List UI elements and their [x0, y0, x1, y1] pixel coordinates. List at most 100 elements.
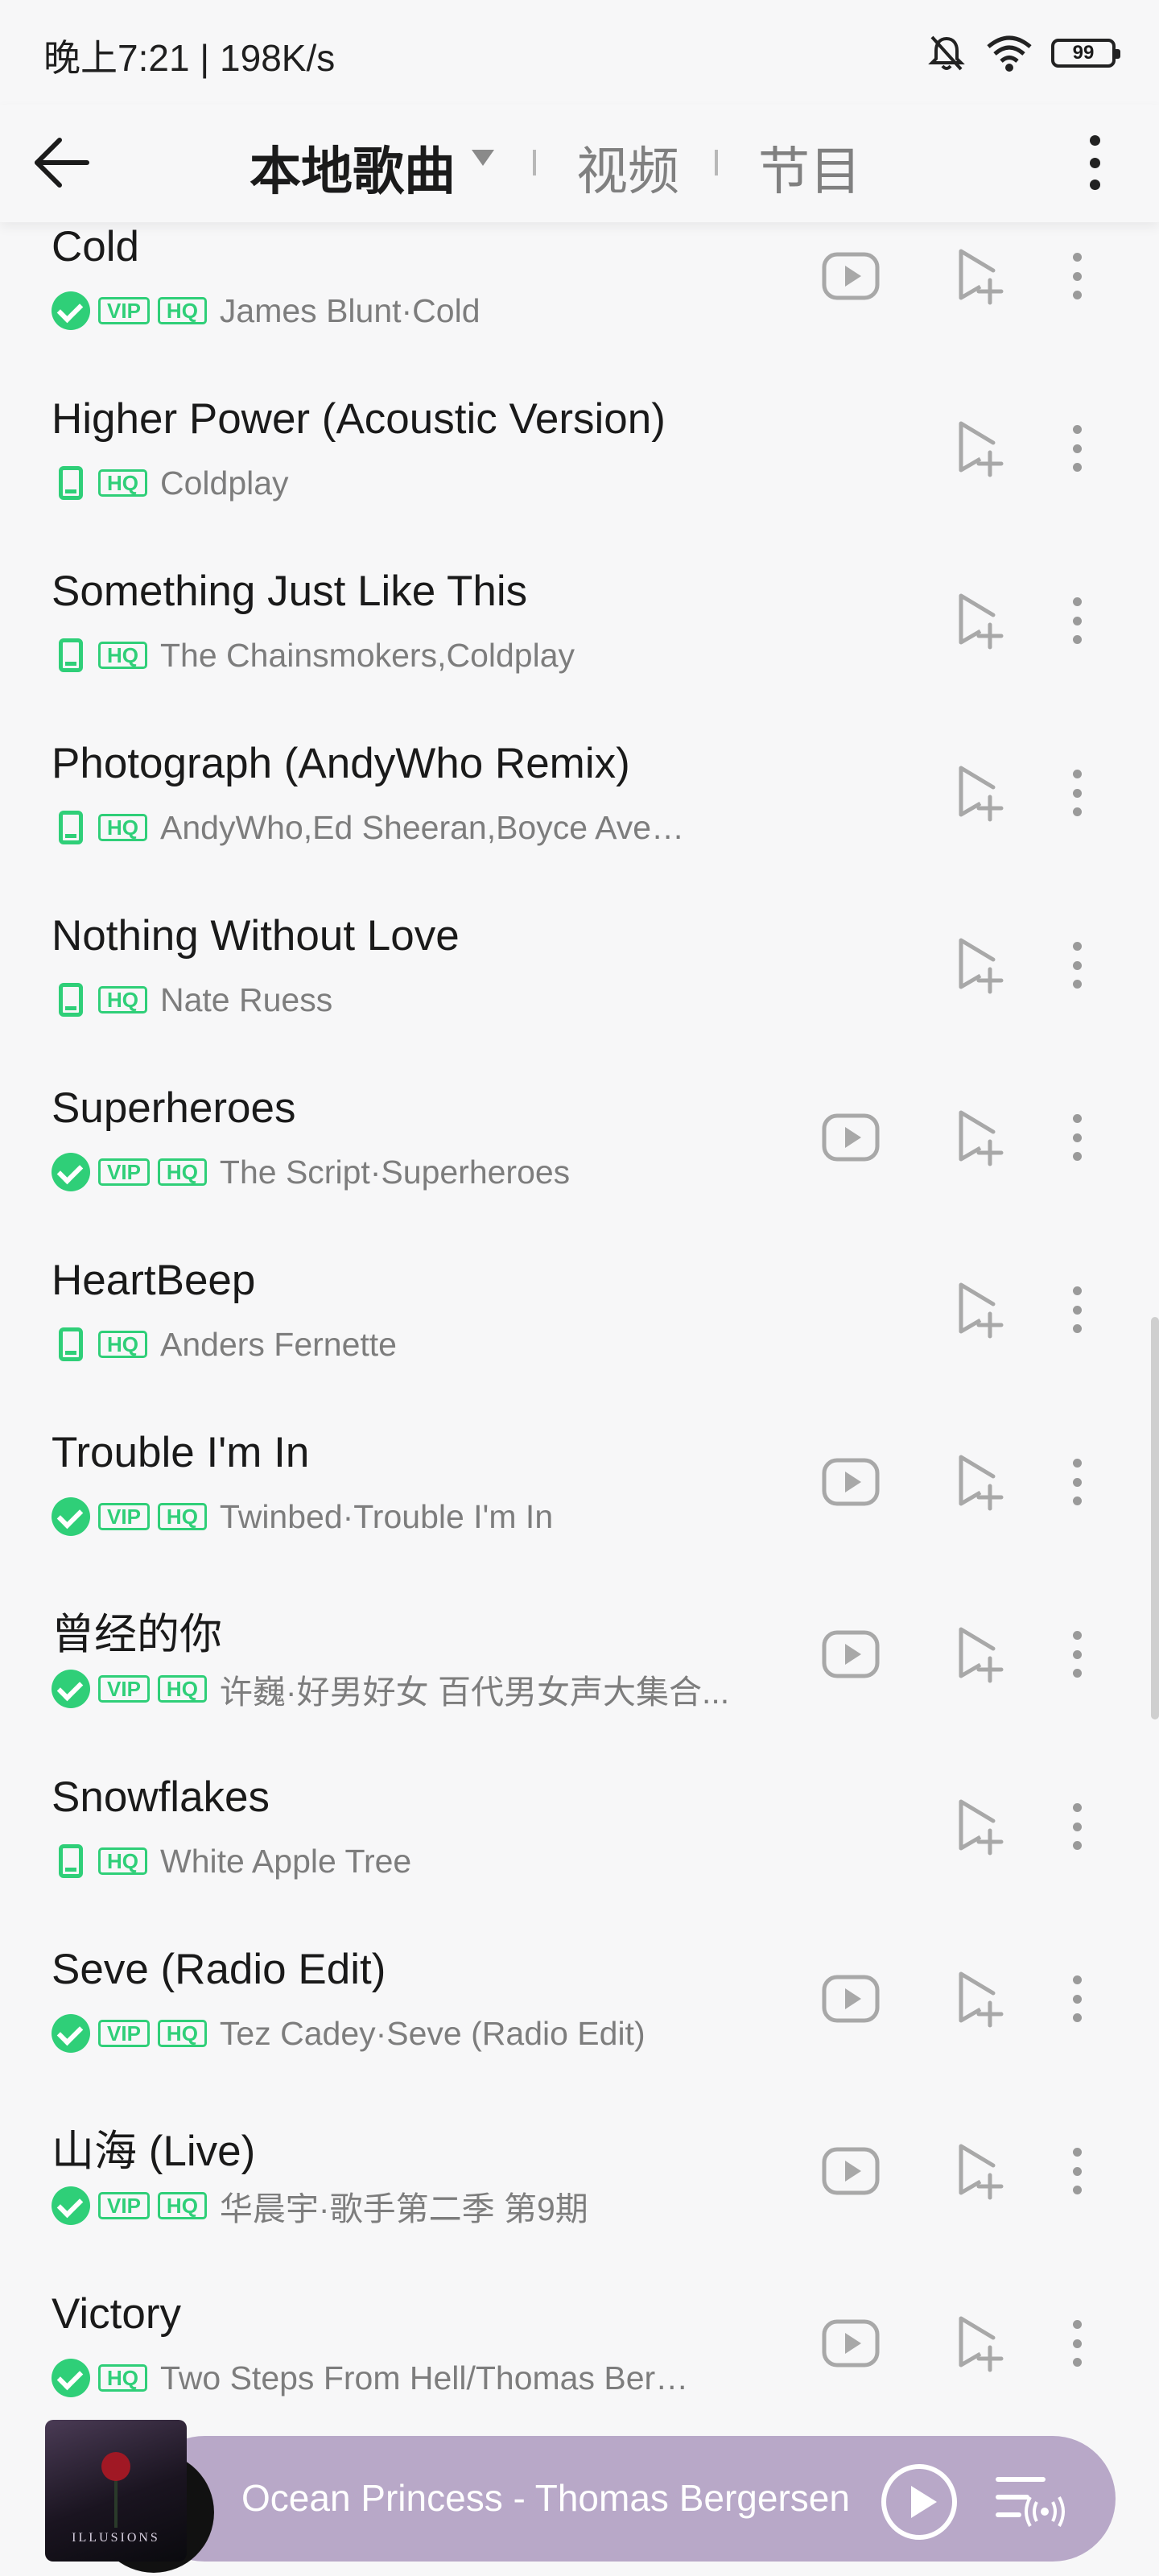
song-artist: Coldplay	[160, 464, 289, 502]
status-time: 晚上7:21 | 198K/s	[43, 37, 336, 79]
hq-badge: HQ	[98, 814, 147, 841]
battery-icon: 99	[1051, 39, 1120, 68]
song-more-button[interactable]	[1053, 2309, 1101, 2378]
tab-programs[interactable]: 节目	[758, 130, 861, 204]
back-arrow-icon[interactable]	[29, 129, 97, 196]
song-more-button[interactable]	[1053, 1964, 1101, 2033]
song-more-button[interactable]	[1053, 1620, 1101, 1689]
add-to-playlist-icon[interactable]	[943, 586, 1013, 655]
song-title[interactable]: Nothing Without Love	[52, 911, 460, 960]
song-title[interactable]: Superheroes	[52, 1084, 295, 1133]
music-video-icon[interactable]	[816, 1447, 885, 1517]
add-to-playlist-icon[interactable]	[943, 1620, 1013, 1689]
song-title[interactable]: Cold	[52, 222, 139, 271]
song-meta: VIP HQ Twinbed·Trouble I'm In	[52, 1494, 553, 1539]
vip-badge: VIP	[98, 2192, 150, 2219]
song-title[interactable]: Photograph (AndyWho Remix)	[52, 739, 630, 788]
song-row[interactable]: Seve (Radio Edit) VIP HQ Tez Cadey·Seve (Ra…	[0, 1945, 1159, 2117]
tab-dropdown-icon[interactable]	[472, 150, 494, 166]
music-video-icon[interactable]	[816, 1103, 885, 1172]
song-more-button[interactable]	[1053, 1792, 1101, 1861]
music-video-icon[interactable]	[816, 242, 885, 311]
vip-badge: VIP	[98, 2020, 150, 2047]
song-row[interactable]: 曾经的你 VIP HQ 许巍·好男好女 百代男女声大集合...	[0, 1600, 1159, 1773]
song-list: Cold VIP HQ James Blunt·Cold Higher Power (A…	[0, 222, 1159, 2462]
song-artist: Two Steps From Hell/Thomas Berger...	[160, 2359, 699, 2396]
local-device-icon	[59, 983, 83, 1017]
song-row[interactable]: Superheroes VIP HQ The Script·Superheroes	[0, 1084, 1159, 1256]
add-to-playlist-icon[interactable]	[943, 758, 1013, 828]
add-to-playlist-icon[interactable]	[943, 1792, 1013, 1861]
music-video-icon[interactable]	[816, 1620, 885, 1689]
song-more-button[interactable]	[1053, 586, 1101, 655]
play-icon[interactable]	[879, 2462, 959, 2542]
song-row[interactable]: Trouble I'm In VIP HQ Twinbed·Trouble I'm I…	[0, 1428, 1159, 1600]
cover-rose	[101, 2452, 130, 2481]
song-title[interactable]: 山海 (Live)	[52, 2117, 255, 2178]
song-title[interactable]: Snowflakes	[52, 1773, 270, 1822]
song-title[interactable]: Victory	[52, 2289, 181, 2339]
song-title[interactable]: 曾经的你	[52, 1600, 222, 1662]
song-title[interactable]: Seve (Radio Edit)	[52, 1945, 386, 1994]
song-more-button[interactable]	[1053, 758, 1101, 828]
album-cover[interactable]: ILLUSIONS	[45, 2420, 187, 2562]
more-options-button[interactable]	[1062, 129, 1127, 196]
song-meta: HQ The Chainsmokers,Coldplay	[52, 633, 575, 678]
song-row[interactable]: Higher Power (Acoustic Version) HQ Coldpla…	[0, 394, 1159, 567]
song-more-button[interactable]	[1053, 1275, 1101, 1344]
now-playing-title[interactable]: Ocean Princess - Thomas Bergersen	[241, 2476, 881, 2520]
cover-rose-stem	[114, 2479, 118, 2528]
song-row[interactable]: Photograph (AndyWho Remix) HQ AndyWho,Ed S…	[0, 739, 1159, 911]
song-meta: VIP HQ Tez Cadey·Seve (Radio Edit)	[52, 2011, 645, 2056]
song-row[interactable]: Nothing Without Love HQ Nate Ruess	[0, 911, 1159, 1084]
downloaded-check-icon	[52, 2359, 90, 2397]
song-row[interactable]: 山海 (Live) VIP HQ 华晨宇·歌手第二季 第9期	[0, 2117, 1159, 2289]
add-to-playlist-icon[interactable]	[943, 242, 1013, 311]
song-artist: James Blunt·Cold	[219, 291, 481, 329]
music-video-icon[interactable]	[816, 2309, 885, 2378]
song-title[interactable]: Trouble I'm In	[52, 1428, 309, 1477]
add-to-playlist-icon[interactable]	[943, 2136, 1013, 2206]
song-title[interactable]: Higher Power (Acoustic Version)	[52, 394, 666, 444]
song-row[interactable]: Cold VIP HQ James Blunt·Cold	[0, 222, 1159, 394]
song-title[interactable]: Something Just Like This	[52, 567, 527, 616]
song-more-button[interactable]	[1053, 2136, 1101, 2206]
song-row[interactable]: Snowflakes HQ White Apple Tree	[0, 1773, 1159, 1945]
vip-badge: VIP	[98, 1503, 150, 1530]
add-to-playlist-icon[interactable]	[943, 2309, 1013, 2378]
add-to-playlist-icon[interactable]	[943, 1275, 1013, 1344]
add-to-playlist-icon[interactable]	[943, 1103, 1013, 1172]
downloaded-check-icon	[52, 1670, 90, 1708]
song-more-button[interactable]	[1053, 242, 1101, 311]
add-to-playlist-icon[interactable]	[943, 1964, 1013, 2033]
song-meta: VIP HQ The Script·Superheroes	[52, 1150, 570, 1195]
local-device-icon	[59, 811, 83, 844]
song-meta: HQ AndyWho,Ed Sheeran,Boyce Avenue	[52, 805, 699, 850]
song-row[interactable]: Something Just Like This HQ The Chainsmoke…	[0, 567, 1159, 739]
song-more-button[interactable]	[1053, 931, 1101, 1000]
playlist-queue-icon[interactable]	[995, 2470, 1067, 2534]
song-artist: 华晨宇·歌手第二季 第9期	[219, 2190, 588, 2227]
song-title[interactable]: HeartBeep	[52, 1256, 255, 1305]
tab-videos[interactable]: 视频	[576, 130, 679, 204]
scrollbar[interactable]	[1151, 1317, 1159, 1719]
tab-divider	[533, 150, 536, 175]
music-video-icon[interactable]	[816, 1964, 885, 2033]
song-more-button[interactable]	[1053, 1447, 1101, 1517]
hq-badge: HQ	[157, 2192, 207, 2219]
add-to-playlist-icon[interactable]	[943, 414, 1013, 483]
tab-divider	[715, 150, 718, 175]
hq-badge: HQ	[98, 642, 147, 669]
song-row[interactable]: HeartBeep HQ Anders Fernette	[0, 1256, 1159, 1428]
song-artist: Twinbed·Trouble I'm In	[219, 1497, 554, 1535]
music-video-icon[interactable]	[816, 2136, 885, 2206]
mini-player[interactable]: ILLUSIONS Ocean Princess - Thomas Berger…	[45, 2420, 1116, 2573]
local-device-icon	[59, 638, 83, 672]
hq-badge: HQ	[157, 1158, 207, 1186]
add-to-playlist-icon[interactable]	[943, 931, 1013, 1000]
song-more-button[interactable]	[1053, 1103, 1101, 1172]
add-to-playlist-icon[interactable]	[943, 1447, 1013, 1517]
local-device-icon	[59, 1844, 83, 1878]
tab-local-songs[interactable]: 本地歌曲	[250, 130, 456, 204]
song-more-button[interactable]	[1053, 414, 1101, 483]
